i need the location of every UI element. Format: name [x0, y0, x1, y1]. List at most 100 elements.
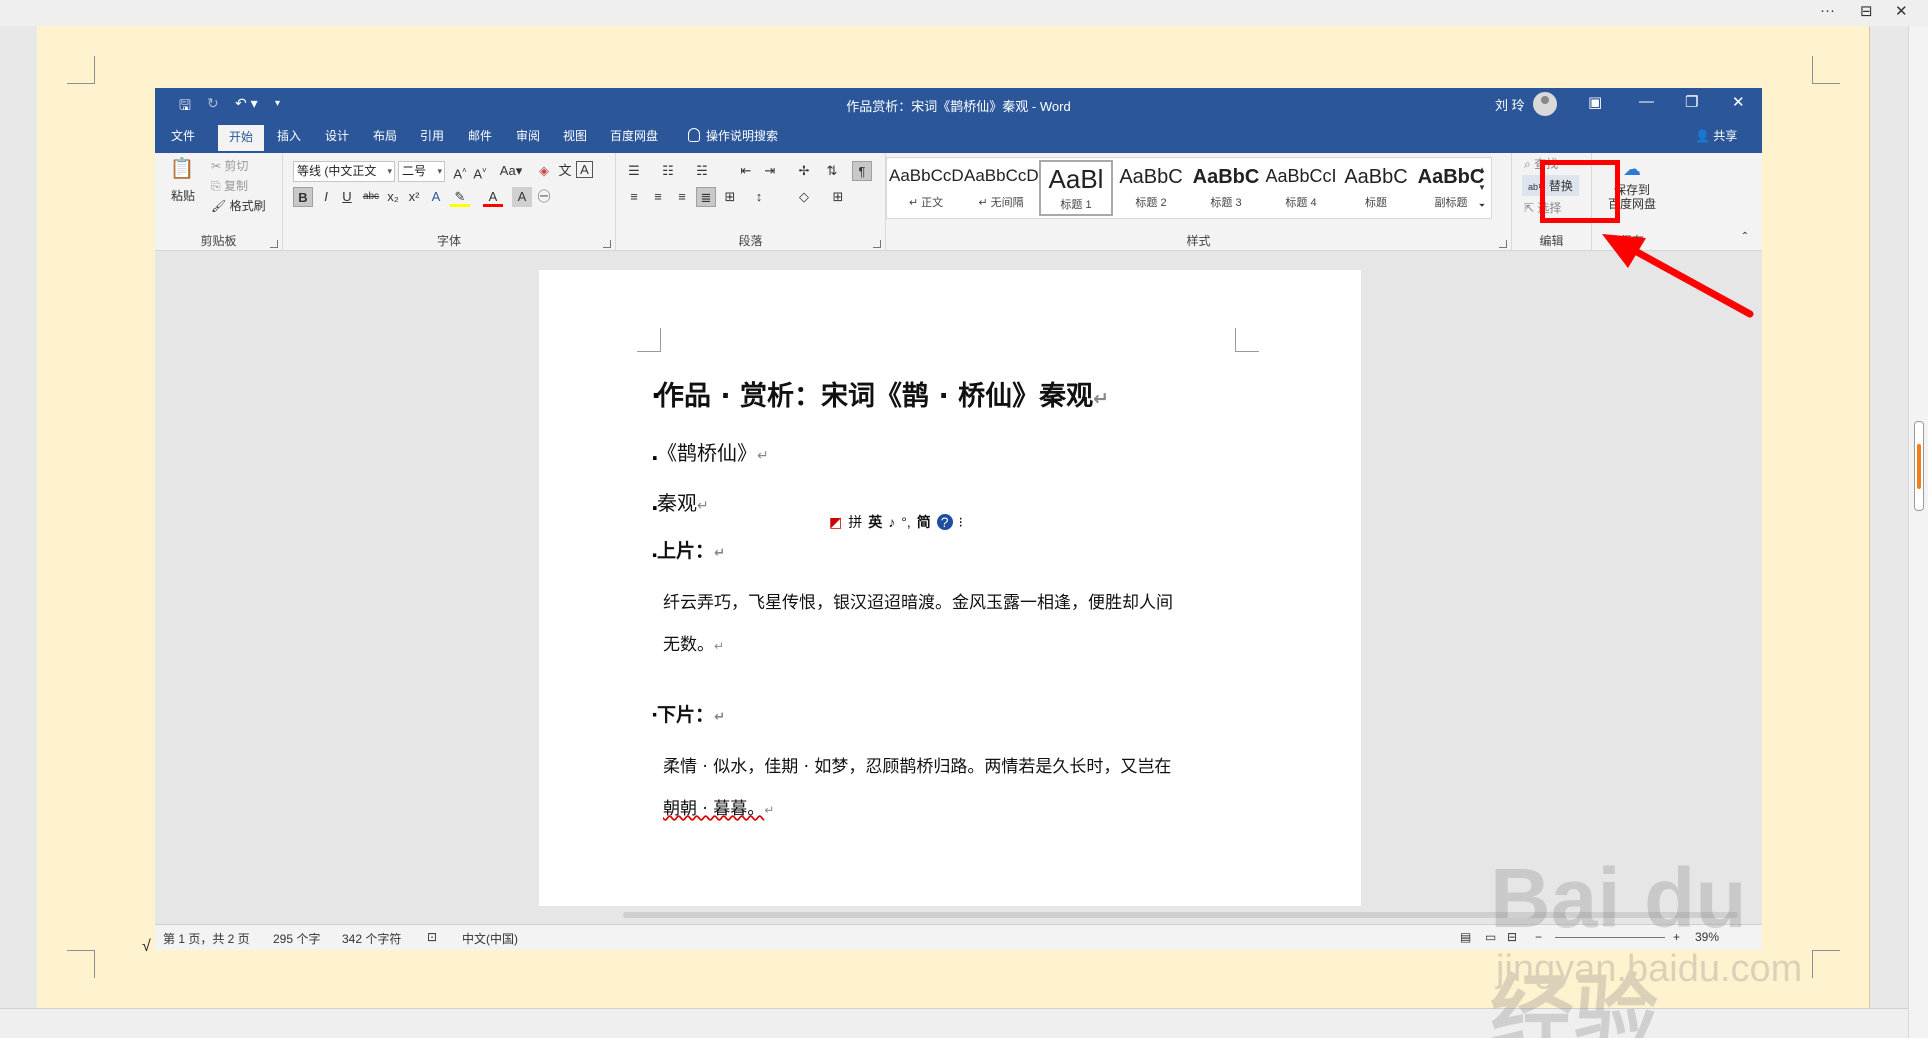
ime-pinyin-icon[interactable]: 拼 — [848, 514, 862, 530]
ime-help-icon[interactable]: ? — [936, 514, 953, 530]
ime-punct-icon[interactable]: °, — [901, 514, 911, 530]
baidu-netdisk-icon[interactable]: ☁ — [1622, 159, 1642, 179]
phonetic-guide-icon[interactable]: 文 — [555, 161, 575, 181]
line-spacing-icon[interactable]: ↕ — [749, 187, 769, 207]
tab-home[interactable]: 开始 — [218, 125, 264, 151]
window-layout-icon[interactable]: ⊟ — [1860, 2, 1873, 20]
outer-close-icon[interactable]: ✕ — [1895, 2, 1908, 20]
style-heading-2[interactable]: AaBbC 标题 2 — [1114, 160, 1188, 216]
style-title[interactable]: AaBbC 标题 — [1339, 160, 1413, 216]
outer-vertical-scrollbar[interactable] — [1908, 26, 1928, 1038]
bullets-icon[interactable]: ☰ — [624, 161, 644, 181]
format-painter-button[interactable]: 🖌 格式刷 — [211, 197, 266, 214]
font-color-icon[interactable]: A — [483, 187, 503, 207]
poem-author[interactable]: .秦观↵ — [651, 487, 709, 516]
section-lower[interactable]: ·下片：↵ — [651, 700, 725, 727]
align-left-icon[interactable]: ≡ — [624, 187, 644, 207]
more-icon[interactable]: ··· — [1820, 2, 1835, 19]
font-size-box[interactable]: 二号 ▾ — [398, 161, 445, 182]
character-border-icon[interactable]: A — [576, 161, 593, 178]
style-heading-1[interactable]: AaBl 标题 1 — [1039, 160, 1113, 216]
distributed-icon[interactable]: ⊞ — [720, 187, 740, 207]
read-mode-icon[interactable]: ▤ — [1460, 930, 1471, 944]
ime-simplified-icon[interactable]: 简 — [917, 514, 931, 530]
document-title[interactable]: ·作品 · 赏析：宋词《鹊 · 桥仙》秦观↵ — [651, 374, 1109, 413]
tab-design[interactable]: 设计 — [325, 127, 349, 153]
clear-formatting-icon[interactable]: ◈ — [534, 161, 554, 181]
align-right-icon[interactable]: ≡ — [672, 187, 692, 207]
shading-icon[interactable]: ◇ — [794, 187, 814, 207]
text-effects-icon[interactable]: A — [426, 187, 446, 207]
copy-button[interactable]: ⎘ 复制 — [211, 177, 248, 194]
superscript-icon[interactable]: x² — [404, 187, 424, 207]
paste-icon[interactable]: 📋 — [169, 159, 195, 185]
decrease-indent-icon[interactable]: ⇤ — [736, 161, 756, 181]
close-button[interactable]: ✕ — [1732, 93, 1745, 111]
multilevel-list-icon[interactable]: ☵ — [692, 161, 712, 181]
ribbon-display-icon[interactable]: ▣ — [1588, 93, 1602, 111]
change-case-button[interactable]: Aa▾ — [496, 161, 526, 181]
minimize-button[interactable]: — — [1639, 93, 1654, 110]
ime-english-icon[interactable]: 英 — [868, 514, 882, 530]
styles-scroll-up-icon[interactable]: ▲ — [1475, 160, 1489, 180]
styles-scroll-down-icon[interactable]: ▼ — [1475, 178, 1489, 198]
verse-lower-line1[interactable]: 柔情 · 似水，佳期 · 如梦，忍顾鹊桥归路。两情若是久长时，又岂在 — [663, 752, 1171, 777]
style-heading-4[interactable]: AaBbCcI 标题 4 — [1264, 160, 1338, 216]
verse-upper-line2[interactable]: 无数。↵ — [663, 630, 724, 655]
ime-moon-icon[interactable]: ♪ — [888, 514, 895, 530]
styles-launcher-icon[interactable] — [1499, 240, 1507, 248]
section-upper[interactable]: .上片：↵ — [651, 536, 725, 563]
italic-button[interactable]: I — [316, 187, 336, 207]
font-launcher-icon[interactable] — [603, 240, 611, 248]
sort-icon[interactable]: ⇅ — [822, 161, 842, 181]
bold-button[interactable]: B — [293, 187, 313, 207]
page-count[interactable]: 第 1 页，共 2 页 — [163, 930, 250, 947]
clipboard-launcher-icon[interactable] — [270, 240, 278, 248]
strikethrough-icon[interactable]: abc — [361, 187, 381, 207]
ime-toolbar[interactable]: ◩ 拼英 ♪ °, 简? ⁝ — [829, 512, 969, 536]
grow-font-icon[interactable]: A˄ — [450, 161, 470, 181]
share-button[interactable]: 👤 共享 — [1695, 127, 1737, 144]
language[interactable]: 中文(中国) — [462, 930, 518, 947]
numbering-icon[interactable]: ☷ — [658, 161, 678, 181]
tab-layout[interactable]: 布局 — [373, 127, 397, 153]
scroll-thumb[interactable] — [1914, 421, 1924, 511]
tab-baidu-netdisk[interactable]: 百度网盘 — [610, 127, 658, 153]
subscript-icon[interactable]: x₂ — [383, 187, 403, 207]
tab-review[interactable]: 审阅 — [516, 127, 540, 153]
verse-upper-line1[interactable]: 纤云弄巧，飞星传恨，银汉迢迢暗渡。金风玉露一相逢，便胜却人间 — [663, 588, 1173, 613]
ime-more-icon[interactable]: ⁝ — [959, 514, 963, 530]
enclose-characters-icon[interactable]: ㊀ — [534, 187, 554, 207]
style-normal[interactable]: AaBbCcDd ↵ 正文 — [889, 160, 963, 216]
document-page[interactable]: ·作品 · 赏析：宋词《鹊 · 桥仙》秦观↵ .《鹊桥仙》↵ ◩ 拼英 ♪ °, 简? ⁝… — [539, 270, 1361, 950]
character-shading-icon[interactable]: A — [512, 187, 532, 207]
tab-references[interactable]: 引用 — [420, 127, 444, 153]
tab-insert[interactable]: 插入 — [277, 127, 301, 153]
align-center-icon[interactable]: ≡ — [648, 187, 668, 207]
tab-file[interactable]: 文件 — [171, 127, 195, 153]
document-area[interactable]: ·作品 · 赏析：宋词《鹊 · 桥仙》秦观↵ .《鹊桥仙》↵ ◩ 拼英 ♪ °, 简? ⁝… — [155, 251, 1762, 950]
avatar[interactable] — [1533, 92, 1557, 116]
char-count[interactable]: 342 个字符 — [342, 930, 401, 947]
increase-indent-icon[interactable]: ⇥ — [760, 161, 780, 181]
paragraph-launcher-icon[interactable] — [873, 240, 881, 248]
tab-mailings[interactable]: 邮件 — [468, 127, 492, 153]
underline-button[interactable]: U — [337, 187, 357, 207]
highlight-color-icon[interactable]: ✎ — [450, 187, 470, 207]
shrink-font-icon[interactable]: A˅ — [470, 161, 490, 181]
cut-button[interactable]: ✂ 剪切 — [211, 157, 248, 174]
justify-icon[interactable]: ≣ — [696, 187, 716, 207]
ime-logo-icon[interactable]: ◩ — [829, 514, 842, 530]
poem-title[interactable]: .《鹊桥仙》↵ — [651, 437, 769, 466]
chinese-layout-icon[interactable]: ✢ — [794, 161, 814, 181]
styles-more-icon[interactable]: ⏷ — [1475, 196, 1489, 216]
borders-icon[interactable]: ⊞ — [828, 187, 848, 207]
tell-me-search[interactable]: 操作说明搜索 — [688, 127, 778, 153]
verse-lower-line2[interactable]: 朝朝 · 暮暮。↵ — [663, 794, 774, 819]
style-no-spacing[interactable]: AaBbCcDd ↵ 无间隔 — [964, 160, 1038, 216]
user-name[interactable]: 刘 玲 — [1495, 95, 1525, 114]
restore-button[interactable]: ❐ — [1685, 93, 1698, 111]
paste-button[interactable]: 粘贴 — [171, 187, 195, 204]
style-heading-3[interactable]: AaBbC 标题 3 — [1189, 160, 1263, 216]
font-name-box[interactable]: 等线 (中文正文 ▾ — [293, 161, 395, 182]
